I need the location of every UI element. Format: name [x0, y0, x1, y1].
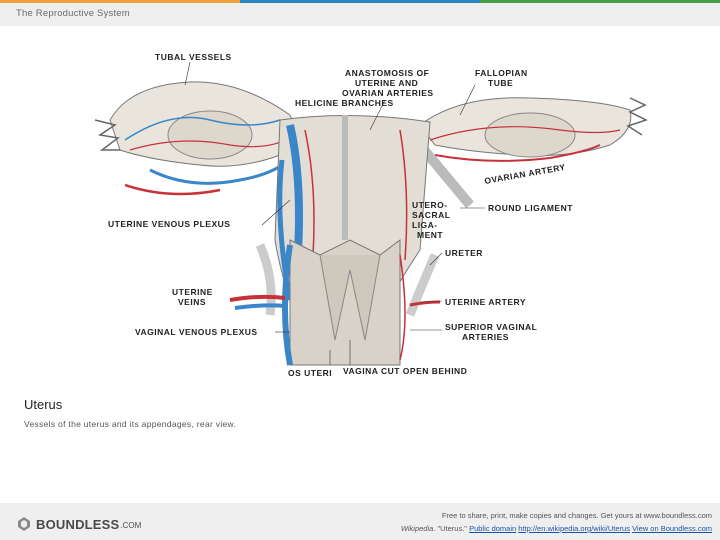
- label-ureter: URETER: [445, 248, 483, 258]
- uterine-vein-artery-left: [229, 294, 286, 302]
- accent-orange: [0, 0, 240, 3]
- label-ovarian-artery: OVARIAN ARTERY: [484, 162, 567, 186]
- label-uterine-veins-line1: UTERINE: [172, 287, 213, 297]
- label-anastomosis-line1: ANASTOMOSIS OF: [345, 68, 429, 78]
- page-title: The Reproductive System: [16, 8, 130, 19]
- label-os-uteri: OS UTERI: [288, 368, 332, 378]
- label-uterine-venous-plexus: UTERINE VENOUS PLEXUS: [108, 219, 230, 229]
- uterine-veins: [234, 303, 286, 310]
- label-vagina-cut-open: VAGINA CUT OPEN BEHIND: [343, 366, 467, 376]
- uterus-illustration: TUBAL VESSELS ANASTOMOSIS OF UTERINE AND…: [94, 52, 648, 378]
- footer-bar: BOUNDLESS .COM Free to share, print, mak…: [0, 503, 720, 540]
- label-anastomosis-line2: UTERINE AND: [355, 78, 418, 88]
- caption-text: Vessels of the uterus and its appendages…: [24, 419, 237, 429]
- source-title: . "Uterus.": [433, 524, 467, 533]
- label-fallopian-line1: FALLOPIAN: [475, 68, 528, 78]
- label-fallopian-line2: TUBE: [488, 78, 513, 88]
- footer-license-note: Free to share, print, make copies and ch…: [441, 511, 712, 520]
- footer-attribution: Wikipedia. "Uterus." Public domain http:…: [401, 524, 712, 533]
- label-uterine-veins-line2: VEINS: [178, 297, 206, 307]
- label-utero-line3: LIGA-: [412, 220, 438, 230]
- accent-green: [480, 0, 720, 3]
- label-uterine-artery: UTERINE ARTERY: [445, 297, 526, 307]
- label-round-ligament: ROUND LIGAMENT: [488, 203, 573, 213]
- label-utero-line2: SACRAL: [412, 210, 450, 220]
- source-name: Wikipedia: [400, 524, 434, 533]
- label-tubal-vessels: TUBAL VESSELS: [155, 52, 232, 62]
- label-superior-vaginal-line2: ARTERIES: [462, 332, 509, 342]
- top-bar: The Reproductive System: [0, 0, 720, 26]
- label-utero-line1: UTERO-: [412, 200, 448, 210]
- right-tube-ovary: [416, 97, 648, 209]
- boundless-logo-icon: [18, 517, 30, 531]
- accent-blue: [240, 0, 480, 3]
- logo-suffix: .COM: [120, 521, 142, 530]
- caption-title: Uterus: [24, 397, 63, 412]
- vagina: [282, 239, 406, 366]
- label-helicine-branches: HELICINE BRANCHES: [295, 98, 394, 108]
- view-on-boundless-link[interactable]: View on Boundless.com: [632, 524, 712, 533]
- label-anastomosis-line3: OVARIAN ARTERIES: [342, 88, 434, 98]
- boundless-logo[interactable]: BOUNDLESS .COM: [16, 516, 141, 532]
- left-tube-ovary: [94, 81, 294, 196]
- label-vaginal-venous-plexus: VAGINAL VENOUS PLEXUS: [135, 327, 258, 337]
- logo-word: BOUNDLESS: [36, 516, 120, 532]
- source-url-link[interactable]: http://en.wikipedia.org/wiki/Uterus: [518, 524, 630, 533]
- label-utero-line4: MENT: [417, 230, 443, 240]
- license-link[interactable]: Public domain: [469, 524, 516, 533]
- label-superior-vaginal-line1: SUPERIOR VAGINAL: [445, 322, 537, 332]
